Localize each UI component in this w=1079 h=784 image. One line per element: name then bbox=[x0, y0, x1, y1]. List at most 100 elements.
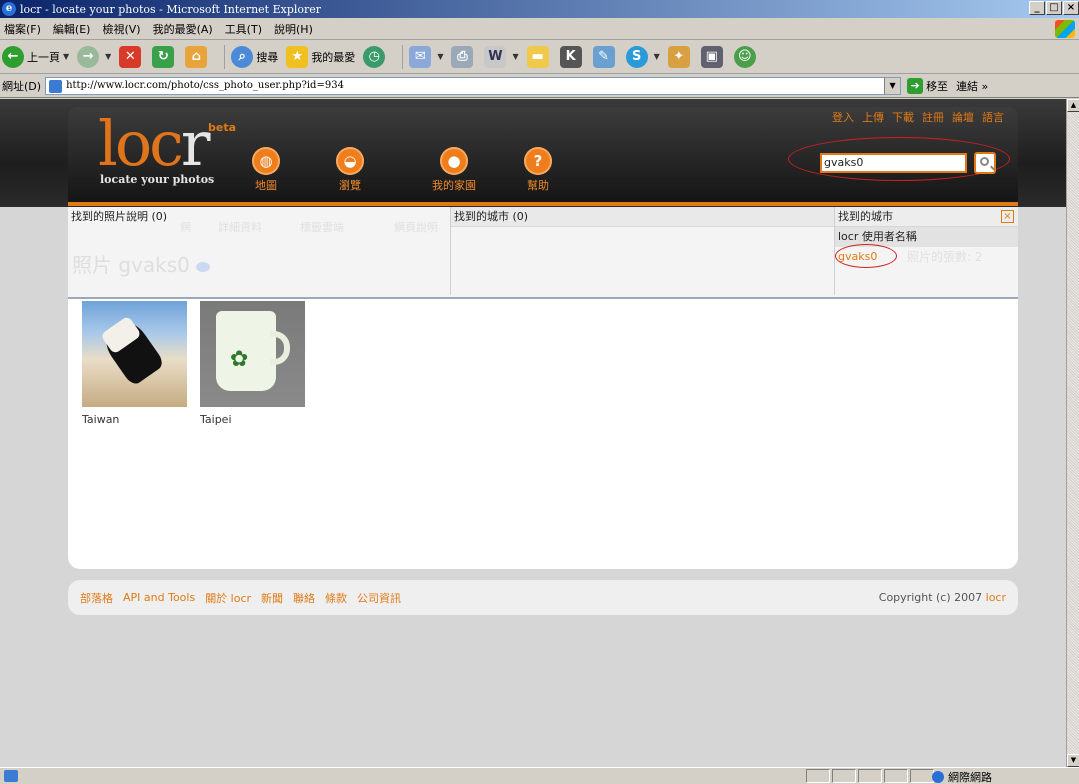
forward-dropdown-icon[interactable]: ▼ bbox=[105, 52, 111, 61]
photo-thumbnail[interactable]: ✿ bbox=[200, 301, 305, 407]
photo-caption[interactable]: Taiwan bbox=[82, 413, 187, 426]
folder-button[interactable]: ▬ bbox=[526, 45, 552, 68]
url-dropdown-icon[interactable]: ▼ bbox=[884, 77, 901, 94]
history-icon: ◷ bbox=[363, 45, 386, 68]
logo-r: r bbox=[180, 107, 211, 180]
go-button[interactable]: 移至 bbox=[926, 78, 948, 94]
user-result-row: gvaks0 照片的張數: 2 bbox=[835, 244, 1018, 268]
minimize-button[interactable]: _ bbox=[1029, 1, 1045, 15]
footer-contact-link[interactable]: 聯絡 bbox=[293, 590, 315, 606]
mail-dropdown-icon[interactable]: ▼ bbox=[437, 52, 443, 61]
tool-book-button[interactable]: ✦ bbox=[667, 45, 693, 68]
close-button[interactable]: × bbox=[1063, 1, 1079, 15]
links-button[interactable]: 連結 » bbox=[956, 78, 988, 94]
download-link[interactable]: 下載 bbox=[892, 109, 914, 125]
window-title: locr - locate your photos - Microsoft In… bbox=[20, 2, 322, 16]
tool-note-button[interactable]: ✎ bbox=[592, 45, 618, 68]
footer-about-link[interactable]: 關於 locr bbox=[205, 590, 251, 606]
vertical-scrollbar[interactable]: ▲ ▼ bbox=[1066, 99, 1079, 767]
back-label: 上一頁 bbox=[27, 50, 60, 64]
edit-button[interactable]: W ▼ bbox=[484, 45, 519, 68]
site-search-button[interactable] bbox=[974, 152, 996, 174]
scroll-up-icon[interactable]: ▲ bbox=[1067, 99, 1079, 112]
menu-view[interactable]: 檢視(V) bbox=[102, 21, 140, 37]
stop-icon: ✕ bbox=[119, 45, 142, 68]
folder-icon: ▬ bbox=[526, 45, 549, 68]
photo-card[interactable]: ✿ Taipei bbox=[200, 301, 305, 426]
nav-home[interactable]: ● 我的家園 bbox=[432, 147, 476, 193]
back-dropdown-icon[interactable]: ▼ bbox=[63, 52, 69, 61]
nav-help[interactable]: ? 幫助 bbox=[524, 147, 552, 193]
menu-favorites[interactable]: 我的最愛(A) bbox=[153, 21, 213, 37]
favorites-label: 我的最愛 bbox=[311, 50, 356, 64]
status-cell bbox=[858, 769, 882, 783]
k-icon: K bbox=[559, 45, 582, 68]
maximize-button[interactable]: □ bbox=[1046, 1, 1062, 15]
photo-count-text: 照片的張數: 2 bbox=[907, 250, 983, 264]
edit-dropdown-icon[interactable]: ▼ bbox=[512, 52, 518, 61]
stop-button[interactable]: ✕ bbox=[119, 45, 144, 68]
search-button[interactable]: ⌕ 搜尋 bbox=[231, 45, 278, 68]
page-viewport: locr beta locate your photos ◍ 地圖 ◒ 瀏覽 ●… bbox=[0, 99, 1066, 767]
menu-file[interactable]: 檔案(F) bbox=[4, 21, 41, 37]
ie-icon: e bbox=[2, 2, 16, 16]
footer-api-link[interactable]: API and Tools bbox=[123, 591, 195, 604]
messenger-button[interactable]: ☺ bbox=[733, 45, 759, 68]
print-icon: ⎙ bbox=[451, 45, 474, 68]
tool-frame-button[interactable]: ▣ bbox=[700, 45, 726, 68]
forum-link[interactable]: 論壇 bbox=[952, 109, 974, 125]
footer-terms-link[interactable]: 條款 bbox=[325, 590, 347, 606]
skype-dropdown-icon[interactable]: ▼ bbox=[654, 52, 660, 61]
photo-thumbnail[interactable] bbox=[82, 301, 187, 407]
copyright-brand-link[interactable]: locr bbox=[986, 591, 1006, 604]
skype-button[interactable]: S ▼ bbox=[625, 45, 660, 68]
photo-caption[interactable]: Taipei bbox=[200, 413, 305, 426]
footer-blog-link[interactable]: 部落格 bbox=[80, 590, 113, 606]
language-link[interactable]: 語言 bbox=[982, 109, 1004, 125]
header-accent-line bbox=[68, 202, 1018, 206]
menu-bar: 檔案(F) 編輯(E) 檢視(V) 我的最愛(A) 工具(T) 說明(H) bbox=[0, 18, 1079, 40]
print-button[interactable]: ⎙ bbox=[451, 45, 476, 68]
footer-news-link[interactable]: 新聞 bbox=[261, 590, 283, 606]
url-input[interactable]: http://www.locr.com/photo/css_photo_user… bbox=[45, 76, 902, 95]
refresh-icon: ↻ bbox=[152, 45, 175, 68]
nav-browse[interactable]: ◒ 瀏覽 bbox=[336, 147, 364, 193]
toolbar-separator-2 bbox=[402, 44, 404, 69]
back-arrow-icon: ← bbox=[2, 45, 24, 68]
scroll-down-icon[interactable]: ▼ bbox=[1067, 754, 1079, 767]
photo-cup-handle bbox=[270, 331, 290, 365]
page-icon bbox=[49, 79, 63, 93]
footer-company-link[interactable]: 公司資訊 bbox=[357, 590, 401, 606]
login-link[interactable]: 登入 bbox=[832, 109, 854, 125]
upload-link[interactable]: 上傳 bbox=[862, 109, 884, 125]
go-arrow-icon[interactable]: ➔ bbox=[907, 77, 924, 94]
site-search-input[interactable]: gvaks0 bbox=[820, 153, 967, 173]
register-link[interactable]: 註冊 bbox=[922, 109, 944, 125]
site-tagline: locate your photos bbox=[100, 173, 215, 186]
found-panel: 找到的城市 × locr 使用者名稱 gvaks0 照片的張數: 2 bbox=[835, 207, 1018, 295]
mail-button[interactable]: ✉ ▼ bbox=[409, 45, 443, 68]
tool-k-button[interactable]: K bbox=[559, 45, 585, 68]
url-text: http://www.locr.com/photo/css_photo_user… bbox=[66, 80, 344, 91]
photo-card[interactable]: Taiwan bbox=[82, 301, 187, 426]
back-button[interactable]: ← 上一頁 ▼ bbox=[2, 45, 69, 68]
forward-button[interactable]: → ▼ bbox=[77, 45, 111, 68]
history-button[interactable]: ◷ bbox=[363, 45, 388, 68]
close-panel-icon[interactable]: × bbox=[1001, 210, 1014, 223]
site-logo[interactable]: locr bbox=[98, 107, 211, 180]
menu-edit[interactable]: 編輯(E) bbox=[53, 21, 91, 37]
status-cell bbox=[832, 769, 856, 783]
book-icon: ✦ bbox=[667, 45, 690, 68]
home-button[interactable]: ⌂ bbox=[185, 45, 210, 68]
window-controls: _ □ × bbox=[1029, 1, 1079, 15]
status-cell bbox=[806, 769, 830, 783]
toolbar-separator bbox=[224, 44, 226, 69]
menu-tools[interactable]: 工具(T) bbox=[225, 21, 262, 37]
favorites-button[interactable]: ★ 我的最愛 bbox=[286, 45, 356, 68]
copyright-prefix: Copyright (c) 2007 bbox=[878, 591, 983, 604]
browser-toolbar: ← 上一頁 ▼ → ▼ ✕ ↻ ⌂ ⌕ 搜尋 ★ 我的最愛 ◷ ✉ ▼ ⎙ W … bbox=[0, 40, 1079, 74]
site-footer: 部落格 API and Tools 關於 locr 新聞 聯絡 條款 公司資訊 … bbox=[68, 580, 1018, 615]
menu-help[interactable]: 說明(H) bbox=[274, 21, 313, 37]
nav-map[interactable]: ◍ 地圖 bbox=[252, 147, 280, 193]
refresh-button[interactable]: ↻ bbox=[152, 45, 177, 68]
